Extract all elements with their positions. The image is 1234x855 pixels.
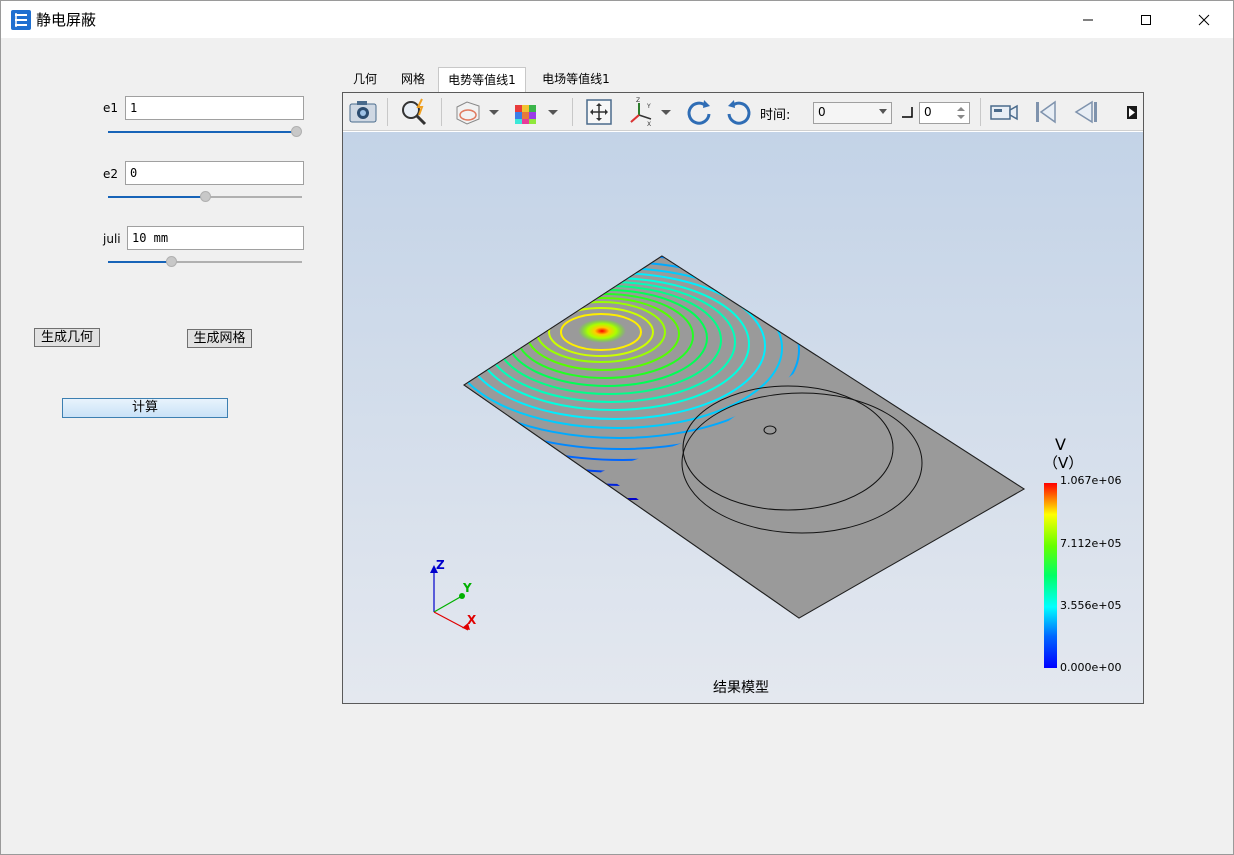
time-label: 时间:: [760, 108, 791, 123]
title-bar: 静电屏蔽: [1, 1, 1233, 38]
e1-input[interactable]: 1: [125, 96, 304, 120]
step-spinbox[interactable]: 0: [919, 102, 970, 124]
juli-slider-thumb[interactable]: [166, 256, 177, 267]
time-select[interactable]: 0: [813, 102, 892, 124]
tab-mesh[interactable]: 网格: [388, 67, 438, 92]
view-cube-icon[interactable]: [453, 97, 483, 127]
result-caption: 结果模型: [713, 680, 769, 696]
charge-hotspot: [578, 319, 626, 343]
tab-field-contour[interactable]: 电场等值线1: [528, 67, 624, 92]
prev-frame-icon[interactable]: [1071, 97, 1101, 127]
legend-tick-max: 1.067e+06: [1060, 474, 1122, 487]
zoom-icon[interactable]: [399, 97, 429, 127]
rotate-ccw-icon[interactable]: [724, 97, 754, 127]
camera-icon[interactable]: [348, 97, 378, 127]
legend-tick-min: 0.000e+00: [1060, 661, 1122, 674]
fit-view-icon[interactable]: [584, 97, 614, 127]
result-canvas[interactable]: Z Y X: [343, 132, 1143, 703]
param-label-e1: e1: [103, 101, 119, 115]
step-value: 0: [924, 105, 932, 119]
video-camera-icon[interactable]: [989, 97, 1019, 127]
app-icon: [11, 10, 31, 30]
step-marker-icon: [902, 107, 913, 118]
x-axis-label: X: [467, 613, 477, 627]
viewer-toolbar: Z Y X 时间: 0 0: [343, 93, 1143, 131]
param-label-juli: juli: [103, 232, 121, 246]
colorbar: [1044, 483, 1057, 668]
e1-slider[interactable]: [108, 125, 302, 139]
e1-slider-thumb[interactable]: [291, 126, 302, 137]
juli-input[interactable]: 10 mm: [127, 226, 304, 250]
y-axis-label: Y: [462, 581, 472, 595]
color-dropdown-icon[interactable]: [546, 97, 560, 127]
close-button[interactable]: [1175, 1, 1233, 38]
svg-text:Z: Z: [636, 97, 640, 104]
window-title: 静电屏蔽: [36, 11, 97, 29]
close-icon: [1198, 14, 1210, 25]
legend-tick-2: 7.112e+05: [1060, 537, 1122, 550]
result-viewer: Z Y X 时间: 0 0 Z Y X V （V） 1.067e+06 7.11…: [342, 92, 1144, 704]
juli-slider[interactable]: [108, 255, 302, 269]
view-dropdown-icon[interactable]: [487, 97, 501, 127]
compute-button[interactable]: 计算: [62, 398, 228, 418]
generate-geometry-button[interactable]: 生成几何: [34, 328, 100, 347]
minimize-icon: [1083, 19, 1093, 20]
minimize-button[interactable]: [1059, 1, 1117, 38]
axes-icon[interactable]: Z Y X: [627, 97, 657, 127]
legend-unit: （V）: [1043, 454, 1084, 472]
z-axis-label: Z: [436, 558, 445, 572]
e2-input[interactable]: 0: [125, 161, 304, 185]
time-value: 0: [818, 105, 826, 119]
param-label-e2: e2: [103, 167, 119, 181]
chevron-down-icon: [879, 109, 887, 114]
axes-dropdown-icon[interactable]: [659, 97, 673, 127]
e2-slider[interactable]: [108, 190, 302, 204]
svg-text:Y: Y: [646, 103, 651, 110]
generate-mesh-button[interactable]: 生成网格: [187, 329, 252, 348]
rotate-cw-icon[interactable]: [684, 97, 714, 127]
tab-geometry[interactable]: 几何: [342, 67, 388, 92]
tab-potential-contour[interactable]: 电势等值线1: [438, 67, 526, 92]
svg-text:X: X: [647, 121, 651, 127]
color-cube-icon[interactable]: [511, 97, 541, 127]
app-window: 静电屏蔽 e1 1 e2 0 juli 10 mm 生成几何 生成网格 计算 几…: [0, 0, 1234, 855]
legend-tick-1: 3.556e+05: [1060, 599, 1122, 612]
e2-slider-thumb[interactable]: [200, 191, 211, 202]
next-frame-icon[interactable]: [1121, 97, 1141, 127]
maximize-icon: [1141, 14, 1151, 25]
maximize-button[interactable]: [1117, 1, 1175, 38]
first-frame-icon[interactable]: [1031, 97, 1061, 127]
spin-arrows-icon[interactable]: [957, 106, 965, 120]
